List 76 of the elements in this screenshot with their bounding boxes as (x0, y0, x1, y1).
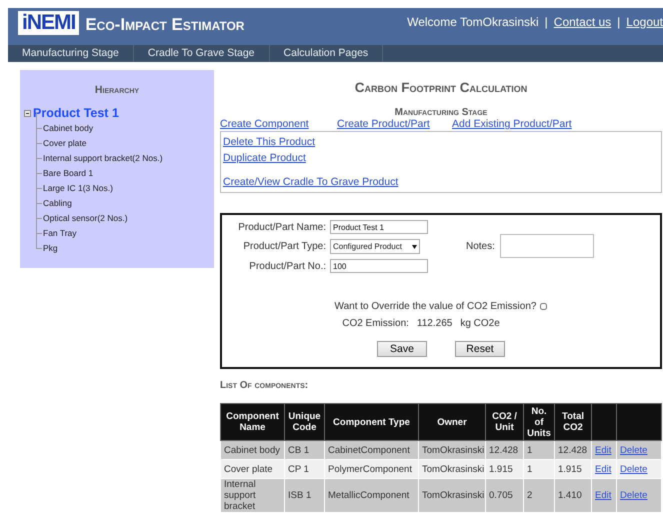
table-cell: Internal support bracket (220, 478, 284, 512)
notes-field[interactable] (500, 234, 594, 258)
table-cell: 1.410 (554, 478, 592, 512)
action-link[interactable]: Duplicate Product (223, 152, 659, 164)
table-cell: TomOkrasinski (418, 478, 486, 512)
column-header: Component Name (220, 404, 284, 440)
table-cell: 1 (524, 440, 554, 460)
table-cell: CP 1 (284, 460, 324, 478)
override-label: Want to Override the value of CO2 Emission? (334, 301, 536, 312)
header-link[interactable]: Logout (626, 15, 663, 29)
emission-unit: kg CO2e (460, 318, 500, 329)
table-cell: 12.428 (486, 440, 524, 460)
action-link[interactable]: Create Component (220, 118, 337, 130)
column-header: No. of Units (524, 404, 554, 440)
section-title: Manufacturing Stage (394, 107, 488, 118)
tree-item[interactable]: Pkg (43, 243, 58, 253)
tree-item[interactable]: Cabling (43, 198, 72, 208)
row-link[interactable]: Delete (620, 490, 648, 501)
table-cell: TomOkrasinski (418, 460, 486, 478)
table-cell: Cover plate (220, 460, 284, 478)
table-cell: ISB 1 (284, 478, 324, 512)
type-dropdown[interactable]: Configured Product (330, 239, 420, 254)
input-field[interactable]: 100 (330, 259, 428, 273)
separator: | (617, 15, 620, 29)
panel-heading: Hierarchy (94, 84, 140, 96)
column-header: Owner (418, 404, 486, 440)
input-field[interactable]: Product Test 1 (330, 220, 428, 234)
table-cell: 2 (524, 478, 554, 512)
field-label: Product/Part Name: (237, 222, 327, 232)
table-cell: MetallicComponent (324, 478, 418, 512)
table-cell: CB 1 (284, 440, 324, 460)
form-button[interactable]: Save (377, 341, 427, 357)
logo: iNEMI (18, 11, 80, 35)
field-label: Notes: (466, 240, 495, 252)
action-link[interactable]: Add Existing Product/Part (452, 118, 572, 130)
tree-item[interactable]: Optical sensor(2 Nos.) (43, 213, 128, 223)
nav-tab[interactable]: Calculation Pages (270, 45, 384, 62)
table-cell: Cabinet body (220, 440, 284, 460)
emission-value: 112.265 (416, 318, 452, 329)
table-cell: TomOkrasinski (418, 440, 486, 460)
action-link[interactable]: Create Product/Part (337, 118, 452, 130)
action-link[interactable]: Create/View Cradle To Grave Product (223, 176, 659, 188)
collapse-icon[interactable] (24, 110, 31, 116)
caret-icon (412, 244, 417, 248)
column-header: Unique Code (284, 404, 324, 440)
tree-item[interactable]: Bare Board 1 (43, 168, 94, 178)
tree-item[interactable]: Cabinet body (43, 123, 94, 133)
tree-item[interactable]: Large IC 1(3 Nos.) (43, 183, 113, 193)
table-cell: PolymerComponent (324, 460, 418, 478)
form-button[interactable]: Reset (455, 341, 505, 357)
table-cell: 1 (524, 460, 554, 478)
tree-root[interactable]: Product Test 1 (33, 106, 119, 120)
app-title: Eco-Impact Estimator (85, 15, 244, 35)
table-cell: 1.915 (554, 460, 592, 478)
table-cell: 1.915 (486, 460, 524, 478)
page-title: Carbon Footprint Calculation (354, 80, 528, 95)
list-heading: List Of components: (220, 380, 310, 391)
table-cell: CabinetComponent (324, 440, 418, 460)
tree-item[interactable]: Cover plate (43, 138, 86, 148)
action-link[interactable]: Delete This Product (223, 136, 659, 148)
emission-label: CO2 Emission: (342, 318, 409, 329)
tree-item[interactable]: Fan Tray (43, 228, 77, 238)
column-header: Total CO2 (554, 404, 592, 440)
nav-tab[interactable]: Cradle To Grave Stage (134, 45, 270, 62)
separator: | (544, 15, 548, 29)
table-cell: 0.705 (486, 478, 524, 512)
field-label: Product/Part Type: (242, 241, 327, 252)
column-header: CO2 / Unit (486, 404, 524, 440)
welcome-text: Welcome TomOkrasinski (407, 15, 539, 29)
field-label: Product/Part No.: (248, 260, 327, 272)
header-link[interactable]: Contact us (554, 15, 612, 29)
column-header: Component Type (324, 404, 418, 440)
nav-tab[interactable]: Manufacturing Stage (8, 45, 134, 62)
tree-item[interactable]: Internal support bracket(2 Nos.) (43, 153, 163, 163)
override-checkbox[interactable] (540, 303, 548, 310)
table-cell: 12.428 (554, 440, 592, 460)
